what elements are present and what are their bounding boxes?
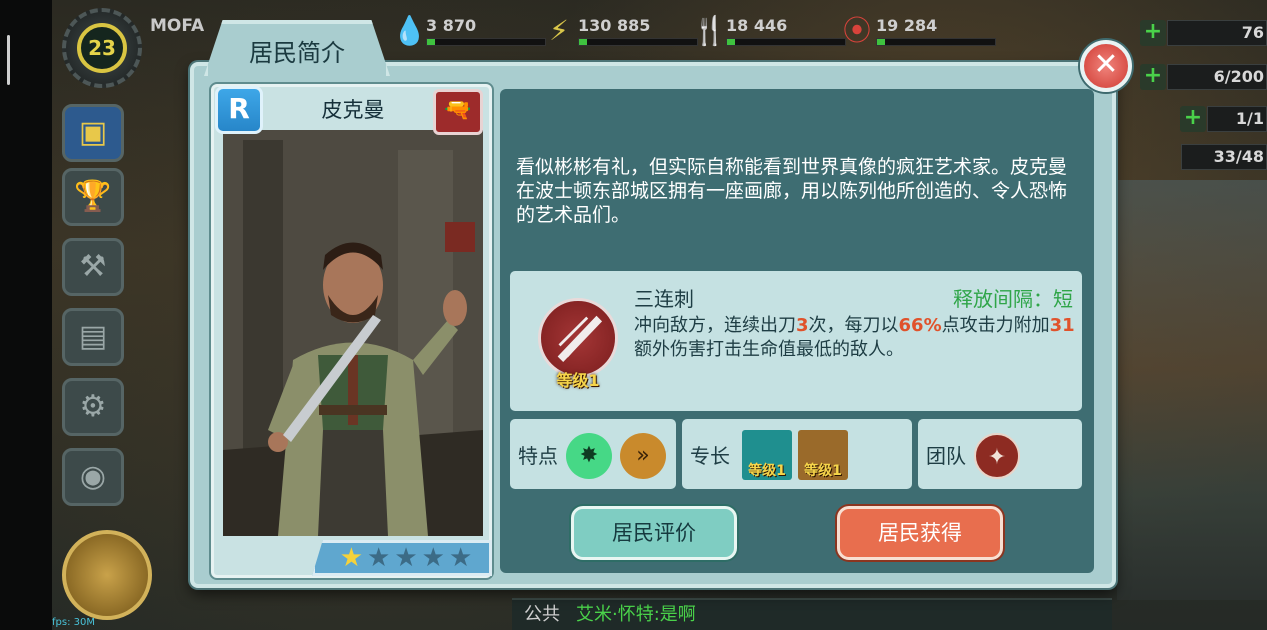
water-drop-icon: 💧 — [392, 14, 427, 47]
vault-rooms-background — [1117, 180, 1267, 600]
add-plus-icon[interactable]: + — [1140, 20, 1166, 46]
chat-bar[interactable]: 公共 艾米·怀特:是啊 — [512, 598, 1112, 630]
star-empty-icon: ★ — [421, 543, 445, 573]
gunner-specialty-icon[interactable]: 等级1 — [798, 430, 848, 480]
dweller-count: 33/48 — [1181, 144, 1267, 170]
fork-knife-icon: 🍴 — [692, 14, 727, 47]
modal-title-tab: 居民简介 — [204, 20, 390, 76]
dweller-portrait — [223, 130, 483, 536]
dweller-description: 看似彬彬有礼，但实际自称能看到世界真像的疯狂艺术家。皮克曼在波士顿东部城区拥有一… — [516, 156, 1068, 226]
pistol-icon: 🔫 — [433, 89, 483, 135]
skill-hit-count: 3 — [796, 315, 809, 336]
skill-desc-part: 次，每刀以 — [808, 315, 899, 336]
specialty-level: 等级1 — [748, 463, 786, 479]
skill-desc-part: 额外伤害打击生命值最低的敌人。 — [634, 339, 904, 360]
traits-label: 特点 — [518, 444, 558, 468]
specialty-panel: 专长 等级1 等级1 — [682, 419, 912, 489]
skill-description: 冲向敌方，连续出刀3次，每刀以66%点攻击力附加31 额外伤害打击生命值最低的敌人… — [634, 314, 1078, 362]
counter-3: 1/1 — [1207, 106, 1267, 132]
specialty-label: 专长 — [690, 444, 730, 468]
star-filled-icon: ★ — [339, 543, 364, 573]
skill-cooldown: 释放间隔：短 — [953, 287, 1073, 311]
dweller-settings-icon[interactable]: ⚙ — [62, 378, 124, 436]
counter-1: 76 — [1167, 20, 1267, 46]
skill-desc-part: 冲向敌方，连续出刀 — [634, 315, 796, 336]
team-panel: 团队 ✦ — [918, 419, 1082, 489]
portrait-illustration — [223, 130, 483, 536]
storage-icon[interactable]: ▤ — [62, 308, 124, 366]
water-bar — [426, 38, 546, 46]
food-value: 18 446 — [726, 16, 788, 35]
modal-title: 居民简介 — [249, 38, 345, 67]
add-plus-icon[interactable]: + — [1180, 106, 1206, 132]
star-empty-icon: ★ — [367, 543, 391, 573]
skill-extra-damage: 31 — [1049, 315, 1075, 336]
vault-boy-card-icon[interactable]: ▣ — [62, 104, 124, 162]
level-gear-icon[interactable]: 23 — [62, 8, 142, 88]
burst-trait-icon[interactable]: ✸ — [566, 433, 612, 479]
compass-icon[interactable] — [62, 530, 152, 620]
team-label: 团队 — [926, 444, 966, 468]
traits-panel: 特点 ✸ » — [510, 419, 676, 489]
power-value: 130 885 — [578, 16, 651, 35]
specialty-level: 等级1 — [804, 463, 842, 479]
triple-stab-skill-icon — [538, 298, 618, 378]
fps-counter: fps: 30M — [52, 617, 95, 628]
star-empty-icon: ★ — [394, 543, 418, 573]
chat-channel: 公共 — [524, 604, 560, 625]
lightning-icon: ⚡ — [549, 14, 569, 47]
vault-boy-specialty-icon[interactable]: 等级1 — [742, 430, 792, 480]
add-plus-icon[interactable]: + — [1140, 64, 1166, 90]
scroll-indicator — [7, 35, 10, 85]
skill-desc-part: 点攻击力附加 — [941, 315, 1050, 336]
screen-edge — [0, 0, 52, 630]
trophy-icon[interactable]: 🏆 — [62, 168, 124, 226]
power-bar — [578, 38, 698, 46]
food-bar — [726, 38, 846, 46]
skill-level: 等级1 — [556, 371, 600, 390]
skill-name: 三连刺 — [634, 287, 694, 311]
speed-trait-icon[interactable]: » — [620, 433, 666, 479]
rarity-badge: R — [215, 86, 263, 134]
caps-value: 19 284 — [876, 16, 938, 35]
build-hammer-icon[interactable]: ⚒ — [62, 238, 124, 296]
player-level: 23 — [77, 23, 127, 73]
dweller-obtain-button[interactable]: 居民获得 — [837, 506, 1003, 560]
nuka-cap-icon: ⦿ — [842, 14, 871, 47]
caps-bar — [876, 38, 996, 46]
chat-message: 艾米·怀特:是啊 — [576, 604, 696, 625]
pipboy-icon[interactable]: ◉ — [62, 448, 124, 506]
counter-2: 6/200 — [1167, 64, 1267, 90]
vault-name: MOFA — [150, 16, 205, 36]
skill-attack-percent: 66% — [898, 315, 942, 336]
star-empty-icon: ★ — [448, 543, 473, 573]
close-icon: ✕ — [1093, 47, 1119, 82]
dweller-review-button[interactable]: 居民评价 — [571, 506, 737, 560]
close-button[interactable]: ✕ — [1080, 40, 1132, 92]
star-rating: ★ ★ ★ ★ ★ — [312, 540, 492, 576]
water-value: 3 870 — [426, 16, 477, 35]
team-emblem-icon[interactable]: ✦ — [974, 433, 1020, 479]
